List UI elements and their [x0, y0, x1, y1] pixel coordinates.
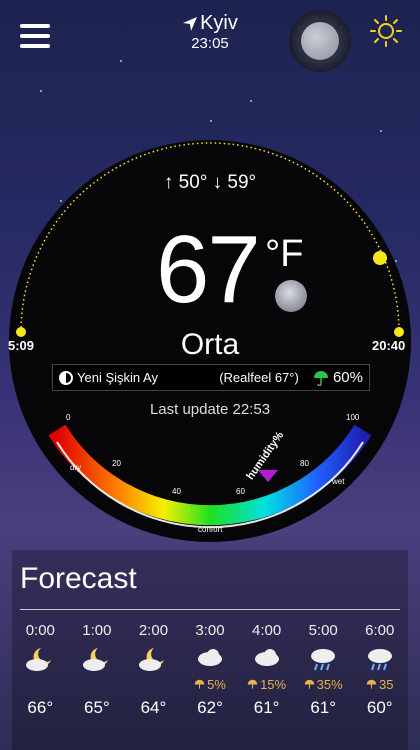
forecast-precip: 15%: [238, 674, 295, 694]
last-update: Last update 22:53: [149, 401, 271, 418]
umbrella-icon: [304, 679, 314, 689]
forecast-precip: [69, 674, 126, 694]
umbrella-icon: [313, 370, 328, 386]
forecast-hours: 0:00 66° 1:00 65° 2:00 64° 3:00 5% 62° 4:00 15% 61°…: [12, 622, 408, 718]
cloud-icon: [238, 644, 295, 674]
forecast-hour-3: 3:00 5% 62°: [182, 622, 239, 718]
forecast-precip: [12, 674, 69, 694]
forecast-temp: 60°: [366, 698, 393, 717]
forecast-temp: 66°: [27, 698, 54, 717]
forecast-precip: 5%: [182, 674, 239, 694]
umbrella-icon: [247, 679, 258, 689]
sunset-time: 20:40: [372, 338, 406, 353]
current-temperature: 67: [156, 216, 261, 323]
temperature-unit[interactable]: °F: [265, 233, 303, 276]
forecast-hour-5: 5:00 35% 61°: [295, 622, 352, 718]
forecast-panel[interactable]: Forecast 0:00 66° 1:00 65° 2:00 64° 3:00 5% 62° 4…: [12, 550, 408, 750]
forecast-hour-1: 1:00 65°: [69, 622, 126, 718]
forecast-temp: 61°: [253, 698, 280, 717]
gauge-tick-20: 20: [112, 459, 121, 468]
forecast-precip: 35: [351, 674, 408, 694]
cloud-icon: [182, 644, 239, 674]
info-bar: Yeni Şişkin Ay (Realfeel 67°) 60%: [52, 364, 370, 391]
forecast-time: 2:00: [138, 622, 169, 639]
forecast-divider: [20, 609, 400, 610]
forecast-title: Forecast: [20, 562, 137, 595]
umbrella-icon: [194, 679, 205, 689]
forecast-hour-2: 2:00 64°: [125, 622, 182, 718]
rain-cloud-icon: [295, 644, 352, 674]
moon-cloud-icon: [12, 644, 69, 674]
moon-cloud-icon: [69, 644, 126, 674]
forecast-hour-6: 6:00 35 60°: [351, 622, 408, 718]
forecast-hour-4: 4:00 15% 61°: [238, 622, 295, 718]
forecast-time: 0:00: [25, 622, 55, 639]
gauge-zone-confort: confort: [198, 525, 223, 534]
moon-phase-small-icon: [59, 370, 73, 385]
forecast-temp: 65°: [84, 698, 110, 717]
forecast-temp: 61°: [310, 698, 337, 717]
forecast-time: 6:00: [365, 622, 395, 639]
high-low-temp: ↑ 50° ↓ 59°: [163, 172, 257, 193]
forecast-hour-0: 0:00 66°: [12, 622, 69, 718]
gauge-tick-40: 40: [172, 487, 181, 496]
gauge-tick-60: 60: [236, 487, 245, 496]
forecast-time: 4:00: [252, 622, 282, 639]
moon-cloud-icon: [125, 644, 182, 674]
realfeel: (Realfeel 67°): [219, 370, 299, 385]
sunrise-time: 5:09: [8, 338, 35, 353]
humidity-pointer-icon: [258, 470, 278, 482]
moon-phase-icon: [275, 280, 307, 312]
humidity-gauge-arc: [48, 424, 372, 526]
sun-position-icon: [373, 251, 387, 265]
forecast-time: 1:00: [82, 622, 112, 639]
forecast-temp: 62°: [197, 698, 223, 717]
umbrella-icon: [366, 679, 377, 689]
gauge-zone-wet: wet: [331, 477, 345, 486]
condition-text: Orta: [180, 328, 240, 361]
moon-phase-name: Yeni Şişkin Ay: [77, 370, 158, 385]
forecast-precip: [125, 674, 182, 694]
forecast-temp: 64°: [140, 698, 167, 717]
gauge-tick-80: 80: [300, 459, 309, 468]
forecast-time: 3:00: [195, 622, 225, 639]
gauge-zone-dry: dry: [70, 463, 81, 472]
forecast-precip: 35%: [295, 674, 352, 694]
rain-cloud-icon: [351, 644, 408, 674]
forecast-time: 5:00: [308, 622, 338, 639]
precip-chance: 60%: [332, 369, 363, 386]
